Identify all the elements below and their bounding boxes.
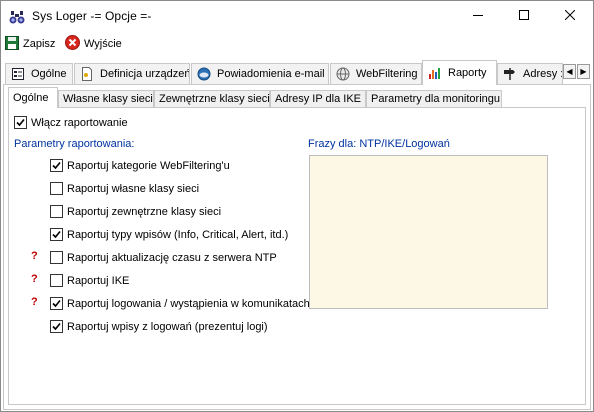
subtab-adresy-ip-ike[interactable]: Adresy IP dla IKE xyxy=(270,90,366,108)
checkbox-box xyxy=(50,251,63,264)
checkbox-label: Raportuj kategorie WebFiltering'u xyxy=(67,159,230,172)
tab-webfiltering[interactable]: WebFiltering xyxy=(330,63,422,84)
arrow-left-icon: ◀ xyxy=(566,67,573,76)
checkbox-label: Raportuj aktualizację czasu z serwera NT… xyxy=(67,251,277,264)
minimize-button[interactable] xyxy=(455,1,501,32)
checkbox-label: Raportuj wpisy z logowań (prezentuj logi… xyxy=(67,320,268,333)
email-icon xyxy=(197,67,211,81)
phrases-textarea[interactable] xyxy=(309,155,548,309)
checkbox-label: Włącz raportowanie xyxy=(31,116,128,129)
checkbox-label: Raportuj logowania / wystąpienia w komun… xyxy=(67,297,310,310)
report-logins-checkbox[interactable]: Raportuj logowania / wystąpienia w komun… xyxy=(50,297,310,310)
arrow-right-icon: ▶ xyxy=(580,67,587,76)
report-own-classes-checkbox[interactable]: Raportuj własne klasy sieci xyxy=(50,182,199,195)
report-entry-types-checkbox[interactable]: Raportuj typy wpisów (Info, Critical, Al… xyxy=(50,228,288,241)
exit-label: Wyjście xyxy=(84,38,122,50)
close-icon xyxy=(564,9,576,23)
tab-label: Ogólne xyxy=(31,68,67,80)
signpost-icon xyxy=(503,67,517,81)
exit-button[interactable]: Wyjście xyxy=(65,35,122,53)
report-ntp-checkbox[interactable]: Raportuj aktualizację czasu z serwera NT… xyxy=(50,251,277,264)
title-bar[interactable]: Sys Loger -= Opcje =- xyxy=(1,1,593,32)
globe-icon xyxy=(336,67,350,81)
document-icon xyxy=(80,67,94,81)
warning-mark: ? xyxy=(31,273,38,285)
minimize-icon xyxy=(473,10,483,23)
tab-ogolne[interactable]: Ogólne xyxy=(5,63,73,84)
report-webfiltering-checkbox[interactable]: Raportuj kategorie WebFiltering'u xyxy=(50,159,230,172)
form-icon xyxy=(11,67,25,81)
tab-label: Powiadomienia e-mail xyxy=(217,68,325,80)
enable-reporting-checkbox[interactable]: Włącz raportowanie xyxy=(14,116,128,129)
checkbox-box xyxy=(50,182,63,195)
tab-scroll-right-button[interactable]: ▶ xyxy=(577,64,590,79)
checkbox-box xyxy=(50,159,63,172)
checkbox-label: Raportuj własne klasy sieci xyxy=(67,182,200,195)
tab-definicja-urzadzen[interactable]: Definicja urządzeń xyxy=(74,63,190,84)
checkbox-label: Raportuj IKE xyxy=(67,274,130,287)
report-login-entries-checkbox[interactable]: Raportuj wpisy z logowań (prezentuj logi… xyxy=(50,320,268,333)
tab-label: WebFiltering xyxy=(356,68,418,80)
binoculars-icon xyxy=(9,9,25,25)
checkbox-label: Raportuj zewnętrzne klasy sieci xyxy=(67,205,222,218)
raporty-panel: Ogólne Własne klasy sieci Zewnętrzne kla… xyxy=(3,84,591,410)
tab-adresy[interactable]: Adresy : xyxy=(497,63,563,84)
window-title: Sys Loger -= Opcje =- xyxy=(32,9,152,23)
tab-powiadomienia-email[interactable]: Powiadomienia e-mail xyxy=(191,63,329,84)
tab-raporty[interactable]: Raporty xyxy=(422,60,497,85)
subtab-ogolne[interactable]: Ogólne xyxy=(8,87,58,108)
checkbox-box xyxy=(50,297,63,310)
maximize-icon xyxy=(519,10,529,23)
checkbox-box xyxy=(50,274,63,287)
report-params-title: Parametry raportowania: xyxy=(14,138,135,150)
checkbox-box xyxy=(14,116,27,129)
exit-icon xyxy=(65,35,80,53)
toolbar: Zapisz Wyjście xyxy=(1,32,593,56)
save-button[interactable]: Zapisz xyxy=(5,35,55,53)
warning-mark: ? xyxy=(31,296,38,308)
tab-scroll-left-button[interactable]: ◀ xyxy=(563,64,576,79)
main-tab-strip: Ogólne Definicja urządzeń Powiadomienia … xyxy=(1,60,593,85)
phrases-label: Frazy dla: NTP/IKE/Logowań xyxy=(308,138,450,150)
report-ike-checkbox[interactable]: Raportuj IKE xyxy=(50,274,129,287)
tab-label: Adresy : xyxy=(523,68,563,80)
maximize-button[interactable] xyxy=(501,1,547,32)
save-label: Zapisz xyxy=(23,38,56,50)
bar-chart-icon xyxy=(428,66,442,80)
close-button[interactable] xyxy=(547,1,593,32)
subtab-parametry-monitoringu[interactable]: Parametry dla monitoringu xyxy=(366,90,502,108)
checkbox-box xyxy=(50,228,63,241)
tab-label: Raporty xyxy=(448,67,487,79)
floppy-disk-icon xyxy=(5,35,19,53)
checkbox-box xyxy=(50,320,63,333)
app-window: Sys Loger -= Opcje =- Zapisz Wyjście Ogó… xyxy=(0,0,594,412)
checkbox-label: Raportuj typy wpisów (Info, Critical, Al… xyxy=(67,228,289,241)
subtab-wlasne-klasy-sieci[interactable]: Własne klasy sieci xyxy=(58,90,154,108)
subtab-ogolne-content: Włącz raportowanie Parametry raportowani… xyxy=(8,107,586,405)
subtab-zewnetrzne-klasy-sieci[interactable]: Zewnętrzne klasy sieci xyxy=(154,90,270,108)
warning-mark: ? xyxy=(31,250,38,262)
tab-label: Definicja urządzeń xyxy=(100,68,190,80)
checkbox-box xyxy=(50,205,63,218)
report-external-classes-checkbox[interactable]: Raportuj zewnętrzne klasy sieci xyxy=(50,205,221,218)
